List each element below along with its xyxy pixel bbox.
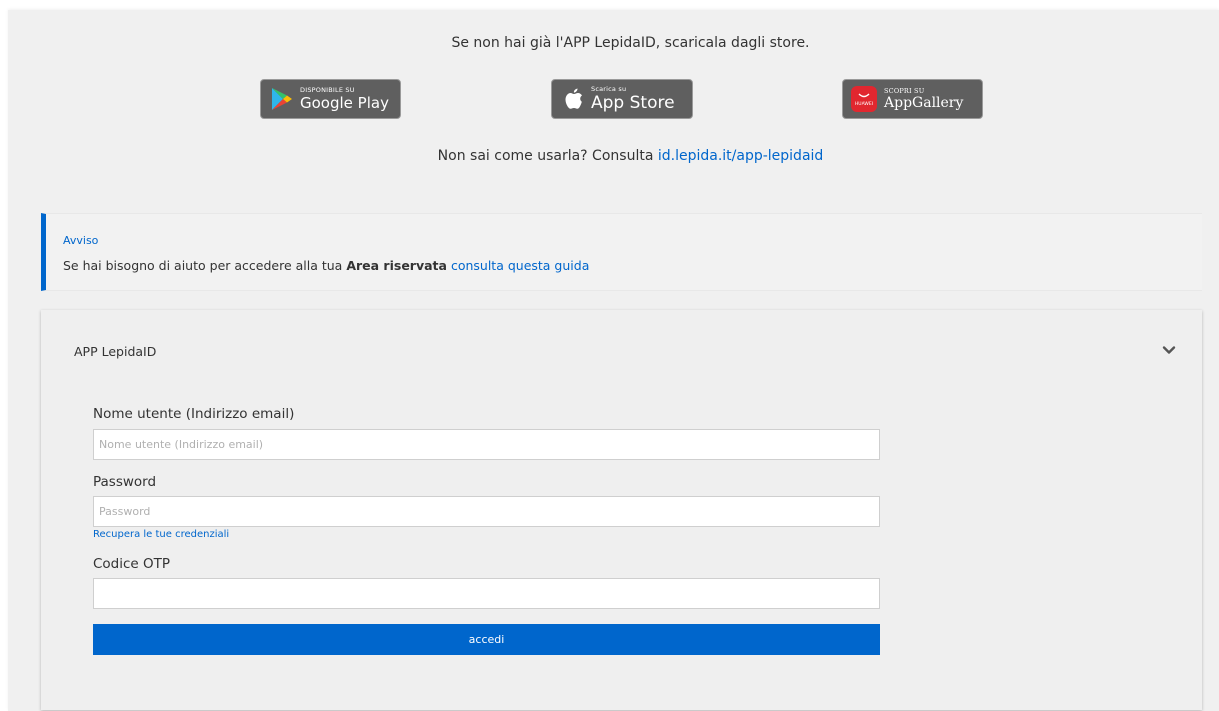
howto-link[interactable]: id.lepida.it/app-lepidaid bbox=[658, 148, 823, 164]
app-gallery-badge[interactable]: HUAWEI SCOPRI SU AppGallery bbox=[842, 79, 983, 119]
notice-body: Se hai bisogno di aiuto per accedere all… bbox=[63, 258, 589, 273]
app-store-title: App Store bbox=[591, 92, 675, 113]
notice-guide-link[interactable]: consulta questa guida bbox=[451, 258, 589, 273]
password-label: Password bbox=[93, 474, 157, 490]
login-panel: APP LepidaID Nome utente (Indirizzo emai… bbox=[41, 310, 1202, 710]
howto-text: Non sai come usarla? Consulta id.lepida.… bbox=[8, 148, 1219, 164]
google-play-icon bbox=[271, 87, 293, 111]
app-gallery-title: AppGallery bbox=[884, 95, 964, 112]
panel-title: APP LepidaID bbox=[74, 344, 157, 359]
google-play-caption: DISPONIBILE SU bbox=[300, 86, 355, 95]
store-badges: DISPONIBILE SU Google Play Scarica su Ap… bbox=[8, 79, 1219, 121]
huawei-icon: HUAWEI bbox=[851, 86, 877, 112]
otp-input[interactable] bbox=[93, 578, 880, 609]
chevron-down-icon[interactable] bbox=[1161, 342, 1177, 358]
huawei-logo-text: HUAWEI bbox=[855, 101, 873, 107]
username-label: Nome utente (Indirizzo email) bbox=[93, 406, 295, 422]
notice-title: Avviso bbox=[63, 234, 99, 247]
notice-box: Avviso Se hai bisogno di aiuto per acced… bbox=[41, 213, 1202, 291]
app-gallery-caption: SCOPRI SU bbox=[884, 86, 925, 95]
howto-prefix: Non sai come usarla? Consulta bbox=[437, 148, 658, 164]
apple-icon bbox=[564, 87, 584, 111]
recover-credentials-link[interactable]: Recupera le tue credenziali bbox=[93, 529, 229, 540]
notice-bold-text: Area riservata bbox=[346, 258, 447, 273]
username-input[interactable] bbox=[93, 429, 880, 460]
google-play-title: Google Play bbox=[300, 93, 389, 112]
otp-label: Codice OTP bbox=[93, 556, 171, 572]
app-store-badge[interactable]: Scarica su App Store bbox=[551, 79, 693, 119]
login-button[interactable]: accedi bbox=[93, 624, 880, 655]
notice-text: Se hai bisogno di aiuto per accedere all… bbox=[63, 258, 347, 273]
password-input[interactable] bbox=[93, 496, 880, 527]
app-store-caption: Scarica su bbox=[591, 85, 627, 94]
google-play-badge[interactable]: DISPONIBILE SU Google Play bbox=[260, 79, 401, 119]
page-background: Se non hai già l'APP LepidaID, scaricala… bbox=[8, 10, 1219, 711]
download-intro-text: Se non hai già l'APP LepidaID, scaricala… bbox=[451, 35, 810, 51]
